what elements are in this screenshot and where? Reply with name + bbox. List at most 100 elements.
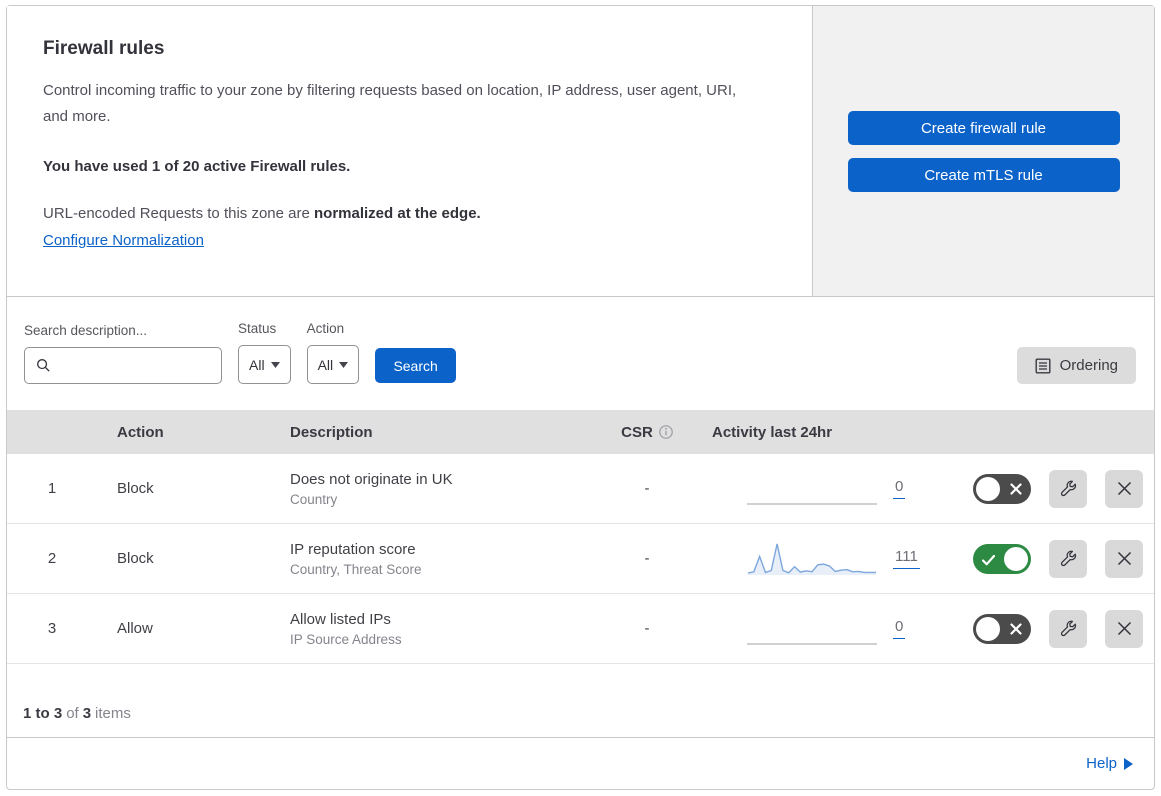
rule-priority: 3 xyxy=(47,620,57,637)
pagination: 1 to 3 of 3 items xyxy=(7,664,1154,738)
rule-priority: 1 xyxy=(47,480,57,497)
rule-fields: Country xyxy=(290,491,338,507)
help-label: Help xyxy=(1086,755,1117,772)
rule-enabled-toggle[interactable] xyxy=(973,543,1031,574)
delete-rule-button[interactable] xyxy=(1105,609,1143,648)
wrench-icon xyxy=(1060,550,1077,567)
wrench-icon xyxy=(1060,480,1077,497)
page-title: Firewall rules xyxy=(43,38,165,59)
chevron-down-icon xyxy=(270,361,280,368)
table-row: 3 Allow Allow listed IPs IP Source Addre… xyxy=(7,594,1154,664)
description-column-header: Description xyxy=(290,423,373,441)
activity-sparkline xyxy=(747,502,877,505)
usage-summary: You have used 1 of 20 active Firewall ru… xyxy=(43,158,351,175)
rule-csr: - xyxy=(644,620,650,637)
edit-rule-button[interactable] xyxy=(1049,469,1087,508)
rule-action: Block xyxy=(117,550,154,567)
rule-description-title: Does not originate in UK xyxy=(290,470,453,488)
status-label: Status xyxy=(238,321,277,336)
search-label: Search description... xyxy=(24,323,148,338)
delete-rule-button[interactable] xyxy=(1105,539,1143,578)
rule-csr: - xyxy=(644,550,650,567)
status-filter: Status All xyxy=(238,321,291,384)
activity-column-header: Activity last 24hr xyxy=(712,423,833,441)
rule-enabled-toggle[interactable] xyxy=(973,613,1031,644)
status-dropdown[interactable]: All xyxy=(238,345,291,384)
configure-normalization-link[interactable]: Configure Normalization xyxy=(43,232,204,249)
activity-count-link[interactable]: 0 xyxy=(893,478,906,499)
top-section: Firewall rules Control incoming traffic … xyxy=(6,5,1155,296)
normalization-note: URL-encoded Requests to this zone are no… xyxy=(43,205,770,222)
edit-rule-button[interactable] xyxy=(1049,609,1087,648)
rule-activity: 0 xyxy=(697,469,937,509)
action-dropdown[interactable]: All xyxy=(306,345,360,384)
activity-sparkline xyxy=(747,543,876,575)
help-arrow-icon xyxy=(1124,757,1133,770)
rule-action: Allow xyxy=(117,620,153,637)
rule-controls xyxy=(937,469,1154,508)
search-input[interactable] xyxy=(51,356,221,375)
intro-card: Firewall rules Control incoming traffic … xyxy=(7,6,813,296)
close-icon xyxy=(1117,621,1132,636)
cross-icon xyxy=(1010,622,1022,640)
cross-icon xyxy=(1010,482,1022,500)
rule-description: Allow listed IPs IP Source Address xyxy=(277,611,597,647)
activity-sparkline xyxy=(747,642,877,645)
filter-bar: Search description... Status All Action … xyxy=(7,297,1154,410)
actions-panel: Create firewall rule Create mTLS rule xyxy=(813,6,1154,296)
rule-action: Block xyxy=(117,480,154,497)
action-label: Action xyxy=(306,321,345,336)
ordering-label: Ordering xyxy=(1059,357,1118,374)
status-value: All xyxy=(249,356,265,373)
create-firewall-rule-button[interactable]: Create firewall rule xyxy=(847,111,1120,145)
search-button[interactable]: Search xyxy=(375,348,457,383)
csr-column-header: CSR xyxy=(597,424,697,441)
pagination-of: of xyxy=(66,705,79,722)
create-mtls-rule-button[interactable]: Create mTLS rule xyxy=(847,158,1120,192)
help-link[interactable]: Help xyxy=(1086,755,1133,772)
rule-description-title: Allow listed IPs xyxy=(290,610,391,628)
search-input-wrapper[interactable] xyxy=(24,347,222,384)
rule-activity: 111 xyxy=(697,539,937,579)
help-row: Help xyxy=(7,738,1154,789)
rule-description-title: IP reputation score xyxy=(290,540,416,558)
normalization-bold-text: normalized at the edge. xyxy=(314,205,481,222)
rule-controls xyxy=(937,539,1154,578)
csr-header-label: CSR xyxy=(621,423,653,441)
rule-enabled-toggle[interactable] xyxy=(973,473,1031,504)
edit-rule-button[interactable] xyxy=(1049,539,1087,578)
rule-csr: - xyxy=(644,480,650,497)
wrench-icon xyxy=(1060,620,1077,637)
activity-count-link[interactable]: 0 xyxy=(893,618,906,639)
normalization-text: URL-encoded Requests to this zone are xyxy=(43,205,314,222)
delete-rule-button[interactable] xyxy=(1105,469,1143,508)
action-value: All xyxy=(317,356,334,373)
pagination-items: items xyxy=(95,705,131,722)
rule-priority: 2 xyxy=(47,550,57,567)
rule-description: IP reputation score Country, Threat Scor… xyxy=(277,541,597,577)
pagination-range: 1 to 3 xyxy=(23,705,63,722)
toggle-knob xyxy=(976,476,1000,501)
rule-activity: 0 xyxy=(697,609,937,649)
table-row: 1 Block Does not originate in UK Country… xyxy=(7,454,1154,524)
activity-count-link[interactable]: 111 xyxy=(893,548,920,569)
close-icon xyxy=(1117,481,1132,496)
search-field: Search description... xyxy=(24,323,222,384)
table-row: 2 Block IP reputation score Country, Thr… xyxy=(7,524,1154,594)
check-icon xyxy=(981,553,996,571)
ordering-list-icon xyxy=(1035,358,1051,374)
search-icon xyxy=(36,358,51,373)
rule-description: Does not originate in UK Country xyxy=(277,471,597,507)
pagination-total: 3 xyxy=(82,705,92,722)
rule-controls xyxy=(937,609,1154,648)
firewall-rules-card: Search description... Status All Action … xyxy=(6,296,1155,790)
close-icon xyxy=(1117,551,1132,566)
action-column-header: Action xyxy=(117,423,164,441)
chevron-down-icon xyxy=(339,361,349,368)
info-icon[interactable] xyxy=(659,425,673,439)
rule-fields: Country, Threat Score xyxy=(290,561,422,577)
rule-fields: IP Source Address xyxy=(290,631,402,647)
ordering-button[interactable]: Ordering xyxy=(1016,347,1136,384)
toggle-knob xyxy=(1004,546,1028,571)
action-filter: Action All xyxy=(306,321,360,384)
